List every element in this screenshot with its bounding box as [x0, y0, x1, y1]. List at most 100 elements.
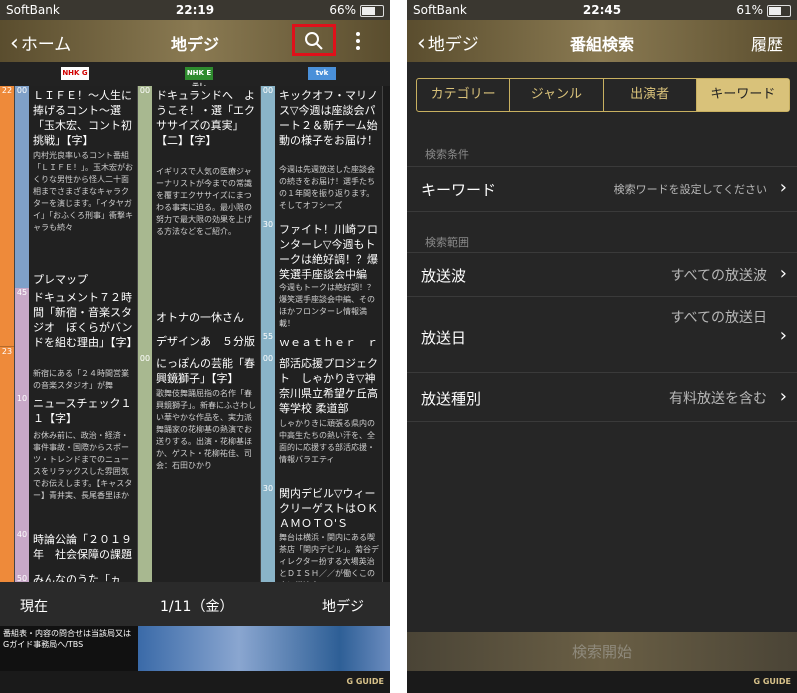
broadcast-kind-label: 放送種別 [421, 390, 482, 408]
program-desc: イギリスで人気の医療ジャーナリストが今までの常識を覆すエクササイズにまつわる事実… [156, 167, 252, 236]
search-icon [305, 32, 323, 50]
ad-image[interactable] [138, 626, 390, 671]
battery-icon [767, 5, 791, 17]
program-title: ドキュランドへ ようこそ！・選「エクササイズの真実」【二】【字】 [156, 89, 255, 147]
program-title: ドキュメント７２時間「新宿・音楽スタジオ ぼくらがバンドを組む理由」【字】 [33, 291, 138, 349]
keyword-placeholder: 検索ワードを設定してください [613, 183, 767, 196]
program-cell[interactable]: 00 部活応援プロジェクト しゃかりき▽神奈川県立希望ケ丘高等学校 柔道部 しゃ… [261, 354, 383, 485]
battery-percent: 61% [736, 3, 763, 17]
program-desc: お休み前に、政治・経済・事件事故・国際からスポーツ・トレンドまでのニュースをリラ… [33, 431, 133, 500]
broadcast-date-value: すべての放送日 [670, 310, 767, 326]
bottom-toolbar: 現在 1/11（金） 地デジ [0, 582, 390, 626]
broadcast-wave-label: 放送波 [421, 267, 467, 285]
g-guide-logo: G GUIDE [753, 677, 792, 686]
nav-bar: ‹ 地デジ 番組検索 履歴 [407, 20, 797, 62]
minute-label: 30 [261, 484, 275, 582]
program-desc: しゃかりきに頑張る県内の中高生たちの熱い汗を、全面的に応援する部活応援・情報バラ… [279, 419, 375, 464]
g-guide-logo: G GUIDE [346, 677, 385, 686]
hour-label: 22 [0, 86, 14, 346]
ad-banner[interactable]: 番組表・内容の問合せは当該局又はGガイド事務局へ/TBS [0, 626, 390, 671]
keyword-row[interactable]: キーワード 検索ワードを設定してください › [407, 166, 797, 212]
program-title: プレマップ [33, 273, 88, 286]
broadcast-date-row[interactable]: 放送日 すべての放送日 › [407, 296, 797, 373]
minute-label: 55 [261, 332, 275, 354]
program-title: オトナの一休さん [156, 311, 244, 324]
hour-column: 22 23 [0, 86, 14, 583]
channel-column-nhk-etele: 00 ドキュランドへ ようこそ！・選「エクササイズの真実」【二】【字】 イギリス… [137, 86, 261, 582]
broadcast-wave-row[interactable]: 放送波 すべての放送波 › [407, 252, 797, 297]
program-cell[interactable]: 10 ニュースチェック１１【字】 お休み前に、政治・経済・事件事故・国際からスポ… [15, 394, 138, 531]
channel-logo-tvk[interactable]: tvk [308, 67, 336, 80]
chevron-right-icon: › [779, 325, 787, 346]
program-cell[interactable]: 00 ＬＩＦＥ！～人生に捧げるコント～選「玉木宏、コント初挑戦」【字】 内村光良… [15, 86, 138, 273]
program-cell[interactable]: プレマップ [15, 272, 138, 289]
battery-icon [360, 5, 384, 17]
keyword-label: キーワード [421, 181, 497, 199]
page-title: 番組検索 [569, 35, 634, 54]
minute-label: 00 [138, 86, 152, 306]
date-selector[interactable]: 1/11（金） [160, 596, 233, 616]
tab-genre[interactable]: ジャンル [510, 79, 604, 111]
epg-screen: SoftBank 22:19 66% ‹ホーム 地デジ NHK G NHK Eテ… [0, 0, 390, 693]
section-header-range: 検索範囲 [425, 236, 469, 249]
program-desc: 今週は先週放送した座談会の続きをお届け！選手たちの１年間を振り返ります。そしてオ… [279, 165, 375, 210]
program-title: ＬＩＦＥ！～人生に捧げるコント～選「玉木宏、コント初挑戦」【字】 [33, 89, 132, 147]
minute-label: 50 [15, 574, 29, 582]
search-screen: SoftBank 22:45 61% ‹ 地デジ 番組検索 履歴 カテゴリー ジャ… [407, 0, 797, 693]
program-title: にっぽんの芸能「春興鏡獅子」【字】 [156, 357, 255, 385]
search-button[interactable] [292, 24, 336, 56]
program-cell[interactable]: 00 にっぽんの芸能「春興鏡獅子」【字】 歌舞伎舞踊屈指の名作「春興鏡獅子」。新… [138, 354, 261, 582]
program-cell[interactable]: 00 ドキュランドへ ようこそ！・選「エクササイズの真実」【二】【字】 イギリス… [138, 86, 261, 307]
chevron-right-icon: › [779, 386, 787, 407]
search-type-tabs: カテゴリー ジャンル 出演者 キーワード [416, 78, 790, 112]
program-grid[interactable]: NHK G NHK Eテレ tvk 22 23 00 ＬＩＦＥ！～人生に捧げるコ… [0, 62, 390, 583]
search-start-button[interactable]: 検索開始 [407, 632, 797, 672]
channel-logo-nhk-etele[interactable]: NHK Eテレ [185, 67, 213, 90]
history-button[interactable]: 履歴 [751, 31, 783, 55]
program-cell[interactable]: 30 関内デビル▽ウィークリーゲストはＯＫＡＭＯＴＯ'Ｓ 舞台は横浜・関内にある… [261, 484, 383, 582]
minute-label [138, 306, 152, 330]
program-title: 時論公論「２０１９年 社会保障の課題 [33, 533, 132, 561]
program-desc: 内村光良率いるコント番組「ＬＩＦＥ！」。玉木宏がおくりな男性から怪人二十面相まで… [33, 151, 133, 232]
program-cell[interactable]: 50 みんなのうた「ヵ [15, 574, 138, 582]
minute-label: 00 [15, 86, 29, 272]
minute-label: 40 [15, 530, 29, 574]
minute-label [138, 330, 152, 354]
section-header-condition: 検索条件 [425, 148, 469, 161]
program-title: ファイト！川崎フロンターレ▽今週もトークは絶好調！？爆笑選手座談会中編 [279, 223, 378, 281]
program-title: デザインあ ５分版 [156, 335, 255, 348]
program-cell[interactable]: 00 キックオフ・マリノス▽今週は座談会パート２＆新チーム始動の様子をお届け！ … [261, 86, 383, 221]
tab-performer[interactable]: 出演者 [604, 79, 697, 111]
program-title: ニュースチェック１１【字】 [33, 397, 132, 425]
minute-label: 10 [15, 394, 29, 530]
tab-keyword[interactable]: キーワード [696, 79, 789, 111]
broadcast-date-label: 放送日 [421, 329, 467, 347]
program-desc: 舞台は横浜・関内にある喫茶店「関内デビル」。菊谷ディレクター扮する大場英治とＤＩ… [279, 533, 379, 582]
channel-logo-nhk-g[interactable]: NHK G [61, 67, 89, 80]
chevron-right-icon: › [779, 263, 787, 284]
program-cell[interactable]: 40 時論公論「２０１９年 社会保障の課題 [15, 530, 138, 575]
program-cell[interactable]: オトナの一休さん [138, 306, 261, 331]
more-menu-icon[interactable] [354, 30, 362, 52]
broadcast-type-button[interactable]: 地デジ [322, 596, 364, 616]
broadcast-kind-row[interactable]: 放送種別 有料放送を含む › [407, 372, 797, 422]
program-cell[interactable]: 30 ファイト！川崎フロンターレ▽今週もトークは絶好調！？爆笑選手座談会中編 今… [261, 220, 383, 333]
chevron-right-icon: › [779, 177, 787, 198]
hour-label: 23 [0, 346, 14, 583]
broadcast-wave-value: すべての放送波 [670, 268, 767, 284]
minute-label: 00 [261, 86, 275, 220]
minute-label: 45 [15, 288, 29, 394]
program-cell[interactable]: デザインあ ５分版 [138, 330, 261, 355]
minute-label [15, 272, 29, 288]
channel-column-nhk-g: 00 ＬＩＦＥ！～人生に捧げるコント～選「玉木宏、コント初挑戦」【字】 内村光良… [14, 86, 138, 582]
program-title: ｗｅａｔｈｅｒ ｒｅ [279, 336, 378, 354]
program-title: 関内デビル▽ウィークリーゲストはＯＫＡＭＯＴＯ'Ｓ [279, 487, 378, 530]
tab-category[interactable]: カテゴリー [417, 79, 511, 111]
footer: G GUIDE [407, 671, 797, 693]
now-button[interactable]: 現在 [20, 596, 48, 616]
program-desc: 今週もトークは絶好調！？爆笑選手座談会中編、そのほかフロンターレ情報満載！ [279, 283, 375, 328]
footer: G GUIDE [0, 671, 390, 693]
program-cell[interactable]: 55 ｗｅａｔｈｅｒ ｒｅ [261, 332, 383, 355]
program-cell[interactable]: 45 ドキュメント７２時間「新宿・音楽スタジオ ぼくらがバンドを組む理由」【字】… [15, 288, 138, 395]
channel-header: NHK G NHK Eテレ tvk [0, 62, 390, 90]
